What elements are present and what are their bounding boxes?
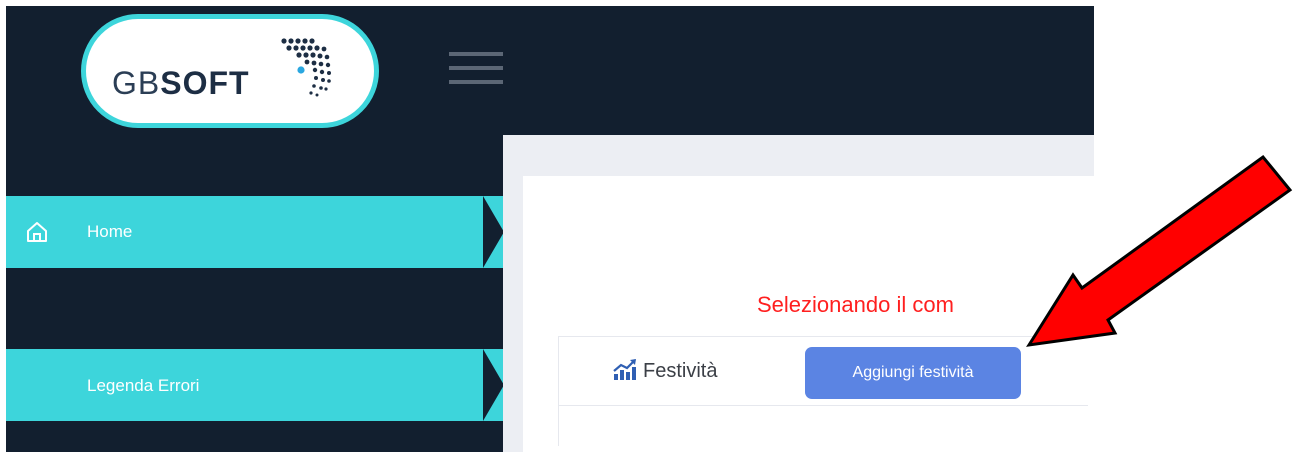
screenshot: GBSOFT Home Legenda Errori Selezionando … — [0, 0, 1298, 452]
panel-title: Festività — [643, 360, 718, 382]
festivita-panel-body — [558, 406, 1088, 446]
sidebar-item-label: Home — [87, 222, 133, 241]
sidebar-item-legenda-errori[interactable]: Legenda Errori — [6, 349, 504, 421]
sidebar-item-notch — [483, 196, 504, 268]
logo-text-soft: SOFT — [160, 65, 250, 101]
sidebar-item-home[interactable]: Home — [6, 196, 504, 268]
home-icon — [27, 222, 47, 242]
logo-wordmark: GBSOFT — [112, 65, 250, 102]
chart-icon — [613, 359, 636, 380]
sidebar-item-highlight — [6, 349, 483, 421]
sidebar-item-highlight — [6, 196, 483, 268]
logo-dots-icon — [281, 38, 331, 97]
logo-text-gb: GB — [112, 65, 161, 101]
hamburger-menu-icon[interactable] — [449, 52, 503, 88]
hamburger-line — [449, 52, 503, 56]
sidebar-item-label: Legenda Errori — [87, 376, 200, 395]
hamburger-line — [449, 66, 503, 70]
info-message: Selezionando il com — [757, 292, 954, 317]
brand-logo[interactable]: GBSOFT — [81, 14, 379, 128]
festivita-panel-header: Festività Aggiungi festività — [558, 336, 1088, 406]
sidebar-item-notch — [483, 349, 504, 421]
add-holiday-button[interactable]: Aggiungi festività — [805, 347, 1021, 399]
hamburger-line — [449, 80, 503, 84]
